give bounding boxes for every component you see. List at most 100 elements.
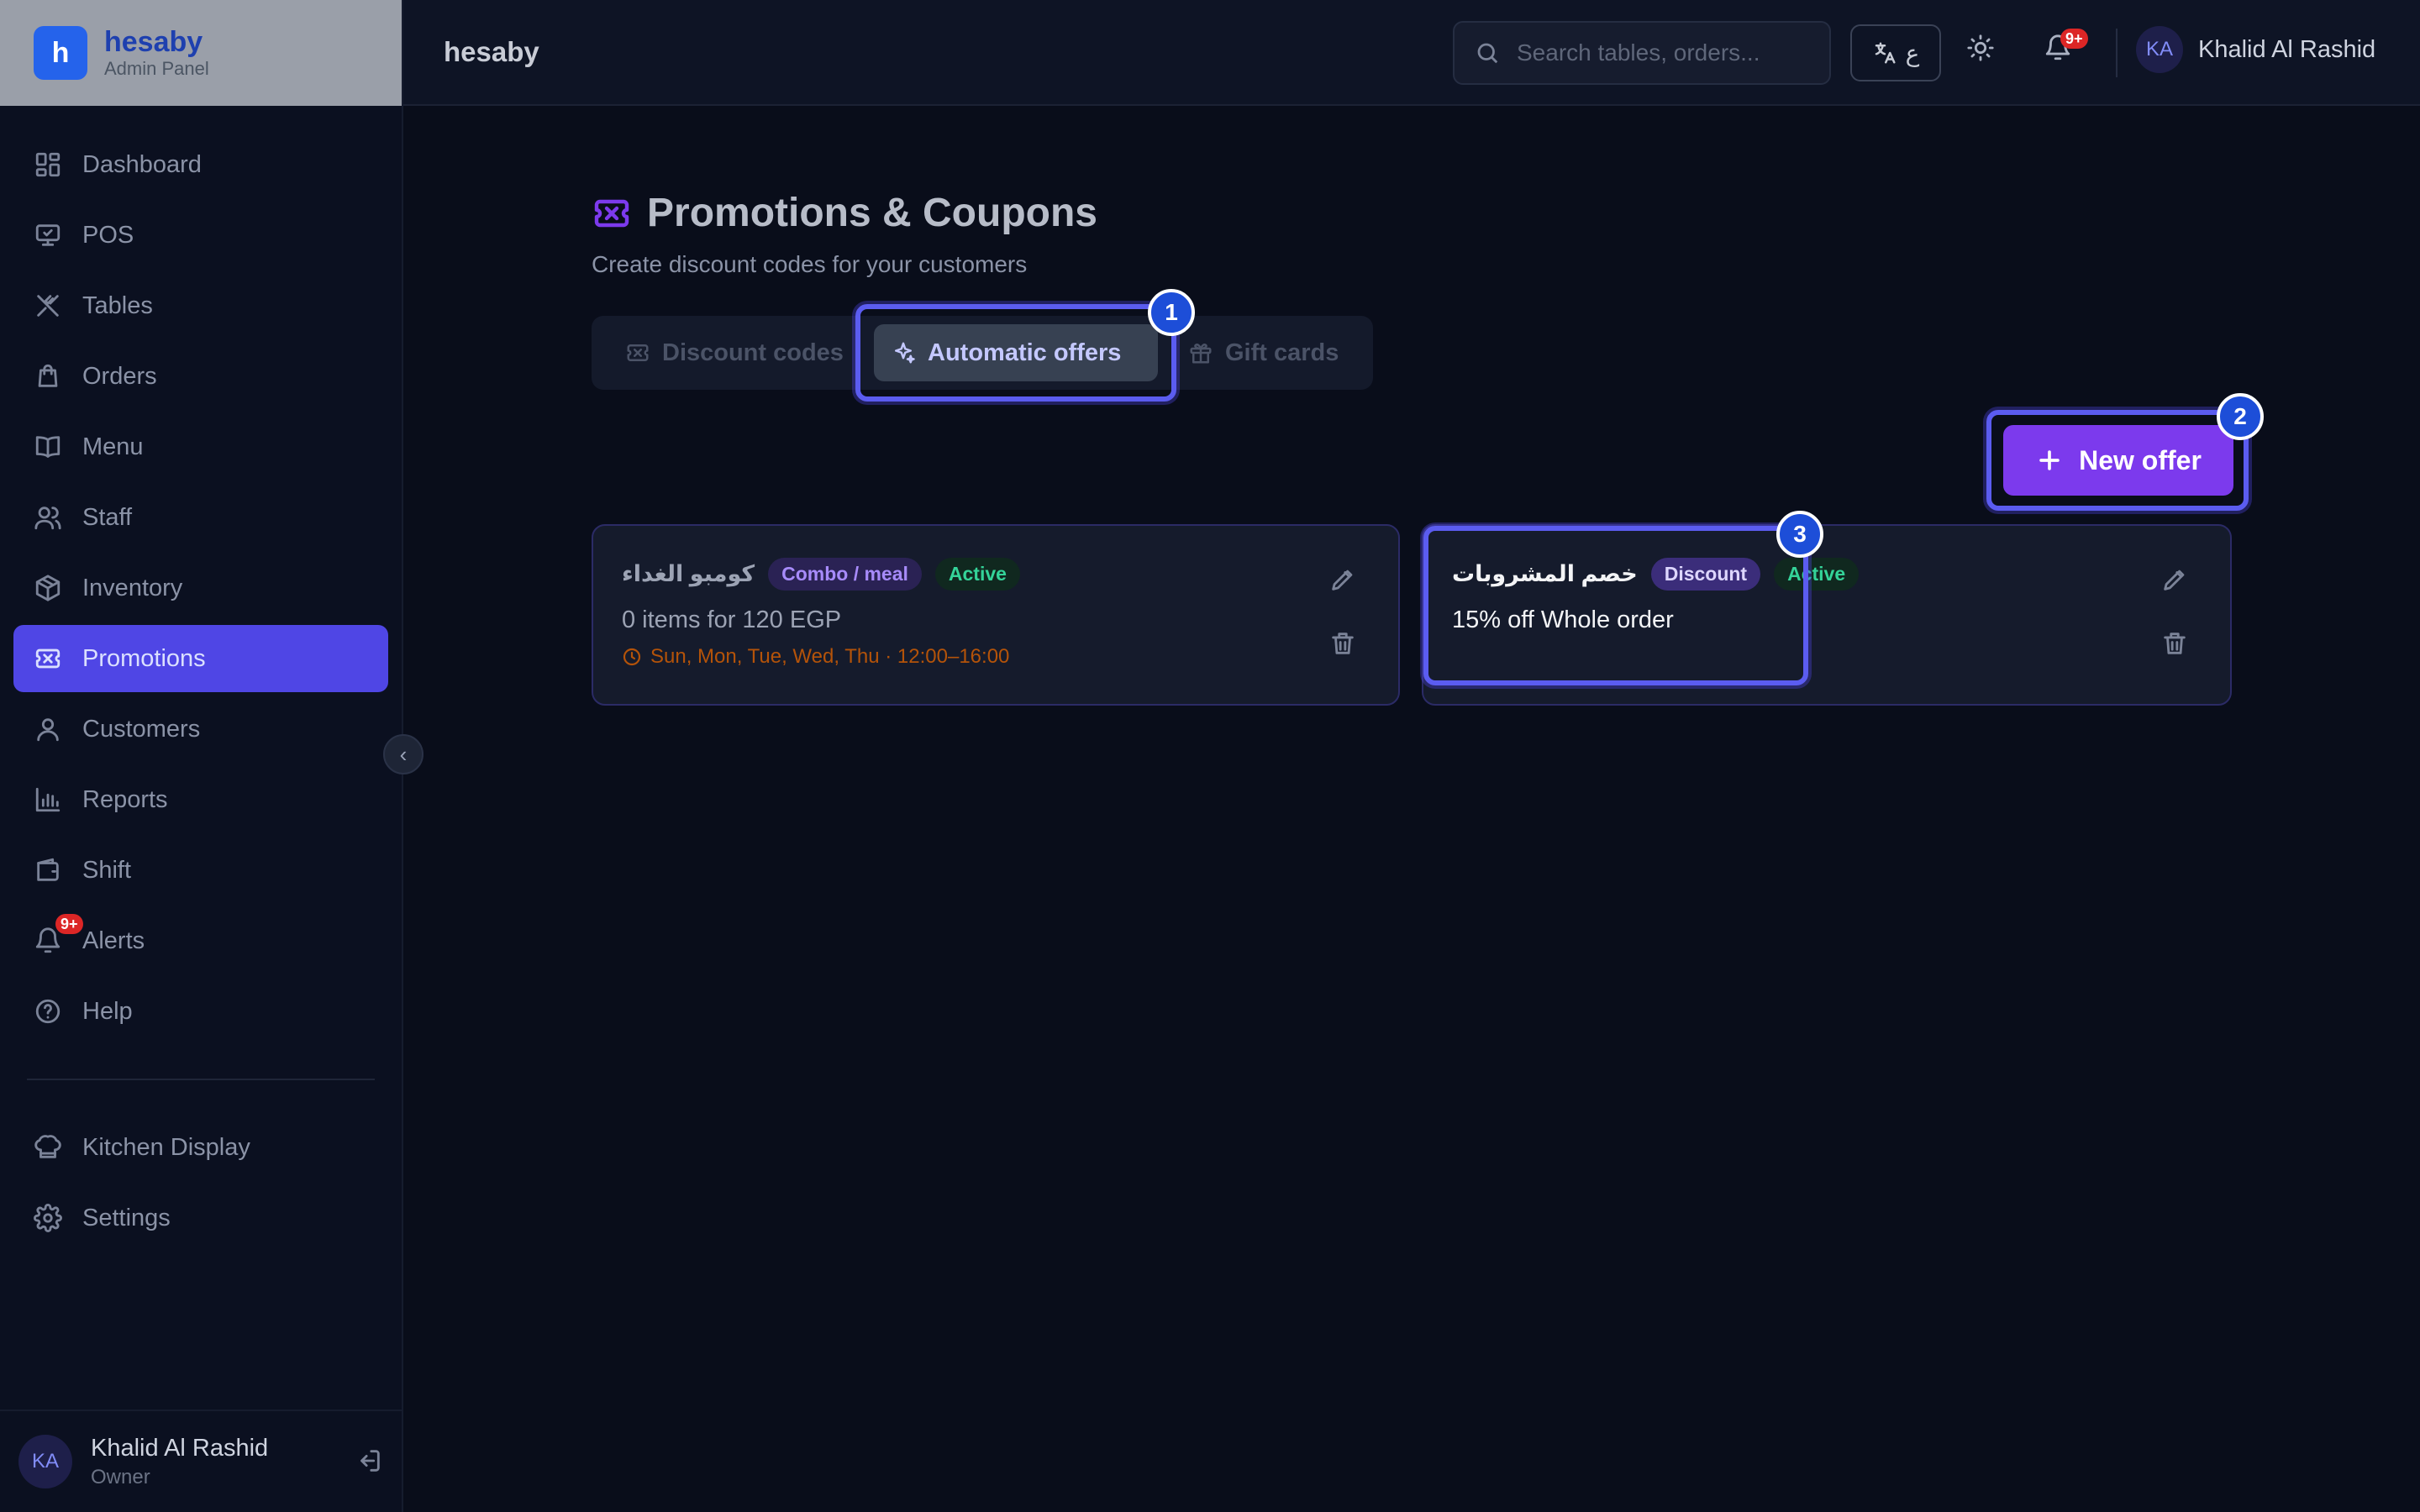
notifications-button[interactable]: 9+ xyxy=(2044,29,2088,66)
page-title: Promotions & Coupons xyxy=(647,191,1097,235)
clock-icon xyxy=(623,648,641,666)
sidebar-item-label: Orders xyxy=(82,362,157,390)
delete-button[interactable] xyxy=(2158,627,2191,660)
sidebar-item-settings[interactable]: Settings xyxy=(13,1184,388,1252)
sidebar-item-dashboard[interactable]: Dashboard xyxy=(13,131,388,198)
box-icon xyxy=(35,575,60,601)
ticket-icon xyxy=(627,344,649,361)
page-header: Promotions & Coupons Create discount cod… xyxy=(592,190,1097,278)
language-toggle-button[interactable]: ع xyxy=(1850,24,1941,81)
alerts-badge: 9+ xyxy=(55,914,83,934)
avatar: KA xyxy=(18,1435,72,1488)
new-offer-label: New offer xyxy=(2079,444,2202,475)
brand-subtitle: Admin Panel xyxy=(104,57,209,79)
sidebar-nav: Dashboard POS Tables Orders Menu Staff I… xyxy=(0,106,402,1252)
sidebar-item-promotions[interactable]: Promotions xyxy=(13,625,388,692)
brand-logo: h xyxy=(34,26,87,80)
offer-name: كومبو الغداء xyxy=(622,561,755,586)
tab-label: Discount codes xyxy=(662,339,844,366)
sparkles-icon xyxy=(895,342,915,364)
search-input[interactable] xyxy=(1517,39,1802,66)
sidebar-item-label: Inventory xyxy=(82,574,183,601)
users-icon xyxy=(34,507,61,530)
bar-chart-icon xyxy=(35,787,60,812)
plus-icon xyxy=(2039,450,2060,470)
sidebar-item-orders[interactable]: Orders xyxy=(13,343,388,410)
sidebar-item-reports[interactable]: Reports xyxy=(13,766,388,833)
topbar-title: hesaby xyxy=(444,36,539,67)
tab-automatic-offers[interactable]: Automatic offers xyxy=(874,324,1158,381)
sidebar-item-tables[interactable]: Tables xyxy=(13,272,388,339)
theme-toggle-button[interactable] xyxy=(1966,34,1995,66)
offer-description: 0 items for 120 EGP xyxy=(622,606,842,633)
sidebar-item-label: Settings xyxy=(82,1204,171,1231)
sidebar: h hesaby Admin Panel Dashboard POS Table… xyxy=(0,0,403,1512)
tab-gift-cards[interactable]: Gift cards xyxy=(1171,324,1355,381)
tab-discount-codes[interactable]: Discount codes xyxy=(608,324,860,381)
tab-label: Automatic offers xyxy=(928,339,1122,366)
topbar-divider xyxy=(2116,29,2118,77)
ticket-icon xyxy=(594,199,629,227)
sidebar-item-help[interactable]: Help xyxy=(13,978,388,1045)
sidebar-item-customers[interactable]: Customers xyxy=(13,696,388,763)
offer-type-badge: Discount xyxy=(1650,558,1761,591)
offer-schedule-text: Sun, Mon, Tue, Wed, Thu · 12:00–16:00 xyxy=(650,645,1010,668)
sidebar-item-label: Staff xyxy=(82,503,133,531)
trash-icon xyxy=(1332,633,1354,654)
sidebar-item-shift[interactable]: Shift xyxy=(13,837,388,904)
monitor-icon xyxy=(35,224,60,246)
sidebar-item-kitchen-display[interactable]: Kitchen Display xyxy=(13,1114,388,1181)
sidebar-user: KA Khalid Al Rashid Owner xyxy=(0,1410,403,1512)
edit-button[interactable] xyxy=(2158,563,2191,596)
pencil-icon xyxy=(2164,570,2185,591)
ticket-icon xyxy=(35,648,60,669)
edit-button[interactable] xyxy=(1326,563,1360,596)
sidebar-user-role: Owner xyxy=(91,1465,150,1488)
sidebar-collapse-button[interactable]: ‹ xyxy=(383,734,424,774)
offer-schedule: Sun, Mon, Tue, Wed, Thu · 12:00–16:00 xyxy=(622,645,1009,669)
user-menu-button[interactable]: KA Khalid Al Rashid xyxy=(2136,26,2375,73)
offer-name: خصم المشروبات xyxy=(1452,561,1638,586)
sidebar-item-staff[interactable]: Staff xyxy=(13,484,388,551)
sidebar-user-name: Khalid Al Rashid xyxy=(91,1434,269,1462)
search-icon xyxy=(1477,43,1498,64)
brand-name: hesaby xyxy=(104,26,203,59)
new-offer-button[interactable]: New offer xyxy=(2003,425,2233,496)
gear-icon xyxy=(34,1204,62,1232)
user-icon xyxy=(37,718,59,742)
logout-button[interactable] xyxy=(355,1446,383,1479)
delete-button[interactable] xyxy=(1326,627,1360,660)
translate-icon xyxy=(1875,42,1896,64)
sidebar-item-pos[interactable]: POS xyxy=(13,202,388,269)
offer-card[interactable]: خصم المشروبات Discount Active 15% off Wh… xyxy=(1422,524,2232,706)
offer-card[interactable]: كومبو الغداء Combo / meal Active 0 items… xyxy=(592,524,1400,706)
page-subtitle: Create discount codes for your customers xyxy=(592,251,1028,277)
chevron-left-icon: ‹ xyxy=(399,741,408,767)
sidebar-item-label: Help xyxy=(82,997,133,1025)
brand-header[interactable]: h hesaby Admin Panel xyxy=(0,0,402,106)
bag-icon xyxy=(38,364,58,387)
offer-description: 15% off Whole order xyxy=(1452,606,1674,633)
search-box[interactable] xyxy=(1453,21,1831,85)
promotion-tabs: Discount codes Automatic offers Gift car… xyxy=(592,316,1373,390)
help-circle-icon xyxy=(35,999,60,1024)
pencil-icon xyxy=(1332,570,1353,591)
step-marker: 3 xyxy=(1776,511,1823,558)
sidebar-item-label: Alerts xyxy=(82,927,145,954)
book-icon xyxy=(35,436,60,458)
sidebar-item-label: Kitchen Display xyxy=(82,1133,250,1161)
sidebar-item-menu[interactable]: Menu xyxy=(13,413,388,480)
status-badge: Active xyxy=(934,558,1020,591)
chef-hat-icon xyxy=(34,1135,61,1158)
sidebar-item-label: Reports xyxy=(82,785,168,813)
step-marker: 1 xyxy=(1148,289,1195,336)
sidebar-item-alerts[interactable]: 9+ Alerts xyxy=(13,907,388,974)
topbar-user-name: Khalid Al Rashid xyxy=(2198,35,2376,63)
sidebar-item-label: Tables xyxy=(82,291,153,319)
sidebar-item-label: Shift xyxy=(82,856,132,884)
sidebar-item-label: Promotions xyxy=(82,644,206,672)
sidebar-item-inventory[interactable]: Inventory xyxy=(13,554,388,622)
avatar: KA xyxy=(2136,26,2183,73)
sidebar-divider xyxy=(27,1079,375,1080)
trash-icon xyxy=(2164,633,2186,654)
